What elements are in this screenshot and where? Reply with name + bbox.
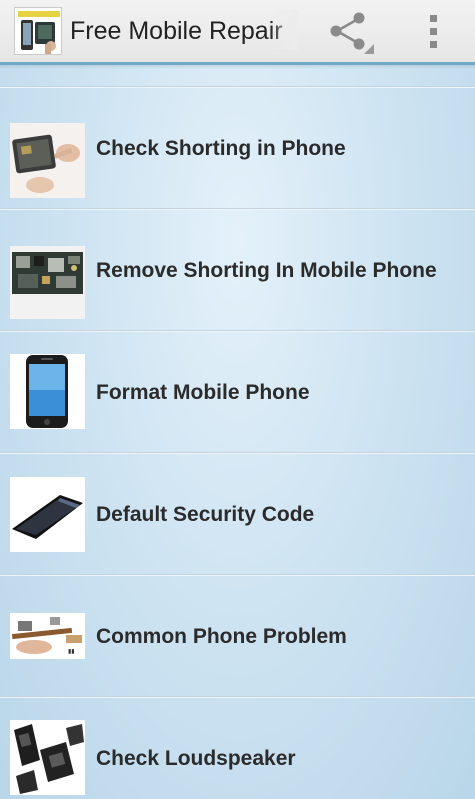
svg-text:▮▮: ▮▮	[68, 649, 75, 655]
share-icon	[330, 12, 374, 54]
app-screen: Free Mobile Repair Check Shorting in Pho…	[0, 0, 475, 799]
action-bar-shadow	[0, 65, 475, 69]
list-item-label: Common Phone Problem	[96, 625, 347, 648]
circuit-board-thumbnail	[10, 246, 85, 319]
list-item-common-phone-problem[interactable]: ▮▮ Common Phone Problem	[0, 576, 475, 696]
share-button[interactable]	[322, 6, 376, 56]
title-fade	[270, 10, 298, 50]
list-item-remove-shorting[interactable]: Remove Shorting In Mobile Phone	[0, 210, 475, 330]
app-logo-icon[interactable]	[14, 7, 62, 55]
list-item-label: Check Loudspeaker	[96, 747, 296, 770]
overflow-menu-button[interactable]	[412, 6, 456, 56]
list-item-check-loudspeaker[interactable]: Check Loudspeaker	[0, 698, 475, 799]
phone-side-thumbnail	[10, 477, 85, 552]
list-item-label: Remove Shorting In Mobile Phone	[96, 259, 437, 282]
list-item-label: Format Mobile Phone	[96, 381, 310, 404]
list-item-label: Default Security Code	[96, 503, 315, 526]
list-item-check-shorting[interactable]: Check Shorting in Phone	[0, 88, 475, 208]
list-item-default-security-code[interactable]: Default Security Code	[0, 454, 475, 574]
list-item-format-phone[interactable]: Format Mobile Phone	[0, 332, 475, 452]
app-title: Free Mobile Repair	[70, 17, 283, 45]
list-item-label: Check Shorting in Phone	[96, 137, 346, 160]
loudspeaker-thumbnail	[10, 720, 85, 795]
phone-repair-thumbnail	[10, 123, 85, 198]
overflow-menu-icon	[430, 15, 437, 48]
action-bar: Free Mobile Repair	[0, 0, 475, 65]
flex-cable-thumbnail: ▮▮	[10, 613, 85, 659]
smartphone-thumbnail	[10, 354, 85, 429]
